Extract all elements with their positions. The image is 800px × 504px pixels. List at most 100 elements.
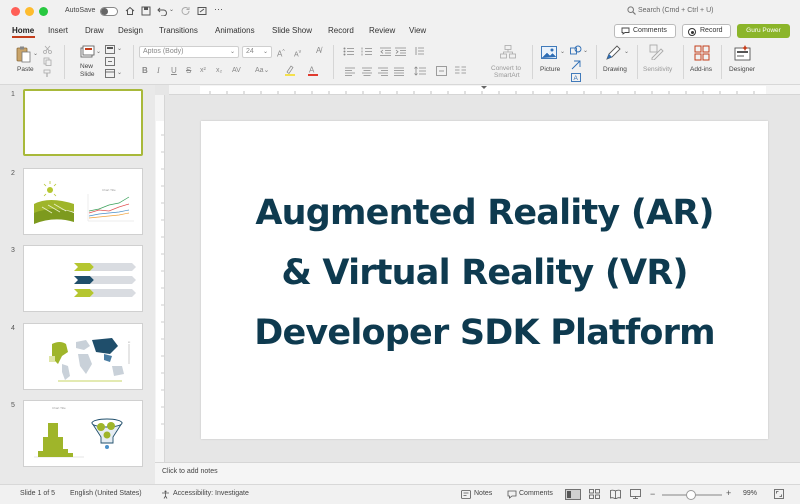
arrange-icon[interactable] bbox=[571, 60, 581, 70]
section-icon[interactable] bbox=[105, 69, 115, 78]
character-spacing-icon[interactable]: AV bbox=[232, 66, 241, 76]
clear-formatting-icon[interactable]: A̸ bbox=[316, 46, 321, 56]
line-spacing-icon[interactable] bbox=[414, 66, 426, 76]
format-painter-icon[interactable] bbox=[197, 6, 207, 16]
notes-placeholder[interactable]: Click to add notes bbox=[162, 468, 218, 475]
normal-view-icon[interactable] bbox=[565, 489, 581, 500]
picture-icon[interactable] bbox=[541, 46, 557, 59]
decrease-indent-icon[interactable] bbox=[380, 47, 391, 56]
home-icon[interactable] bbox=[125, 6, 135, 16]
tab-insert[interactable]: Insert bbox=[48, 26, 68, 35]
zoom-in-icon[interactable]: + bbox=[726, 488, 731, 498]
comments-toggle-button[interactable]: Comments bbox=[519, 490, 553, 497]
add-ins-icon[interactable] bbox=[694, 45, 710, 61]
bold-icon[interactable]: B bbox=[142, 66, 148, 76]
designer-icon[interactable] bbox=[734, 44, 751, 61]
close-window-button[interactable] bbox=[11, 7, 20, 16]
section-dropdown-icon[interactable]: ⌄ bbox=[117, 69, 122, 76]
columns-icon[interactable] bbox=[455, 66, 466, 76]
decrease-font-size-icon[interactable]: Av bbox=[294, 47, 301, 60]
zoom-out-icon[interactable]: − bbox=[650, 489, 655, 499]
notes-toggle-icon[interactable] bbox=[461, 490, 471, 499]
bullets-icon[interactable] bbox=[343, 47, 354, 56]
cut-icon[interactable] bbox=[43, 45, 52, 54]
accessibility-status[interactable]: Accessibility: Investigate bbox=[173, 490, 249, 497]
minimize-window-button[interactable] bbox=[25, 7, 34, 16]
font-color-icon[interactable]: A bbox=[307, 65, 319, 76]
shapes-icon[interactable] bbox=[570, 45, 582, 56]
increase-indent-icon[interactable] bbox=[395, 47, 406, 56]
justify-icon[interactable] bbox=[394, 67, 404, 76]
slide-thumbnail-5[interactable]: Chart Title bbox=[23, 400, 143, 467]
slide-title-line-3[interactable]: Developer SDK Platform bbox=[201, 313, 768, 353]
numbering-icon[interactable] bbox=[361, 47, 372, 56]
tab-transitions[interactable]: Transitions bbox=[159, 26, 198, 35]
align-right-icon[interactable] bbox=[378, 67, 388, 76]
new-slide-icon[interactable] bbox=[80, 45, 95, 59]
superscript-icon[interactable]: x² bbox=[200, 66, 206, 76]
undo-icon[interactable] bbox=[157, 6, 168, 16]
fit-to-window-icon[interactable] bbox=[774, 489, 784, 499]
autosave-toggle[interactable] bbox=[100, 7, 118, 16]
comment-icon[interactable] bbox=[507, 490, 517, 499]
subscript-icon[interactable]: x₂ bbox=[216, 66, 222, 76]
tab-home[interactable]: Home bbox=[12, 26, 34, 35]
language-indicator[interactable]: English (United States) bbox=[70, 490, 142, 497]
new-slide-dropdown-icon[interactable]: ⌄ bbox=[96, 48, 101, 55]
text-direction-icon[interactable] bbox=[414, 46, 425, 56]
align-left-icon[interactable] bbox=[345, 67, 355, 76]
zoom-slider-thumb[interactable] bbox=[686, 490, 696, 500]
copy-icon[interactable] bbox=[43, 57, 52, 66]
current-slide[interactable]: Augmented Reality (AR) & Virtual Reality… bbox=[201, 121, 768, 439]
slide-thumbnail-4[interactable]: ▪▪ bbox=[23, 323, 143, 390]
smartart-icon[interactable] bbox=[500, 45, 516, 59]
tab-review[interactable]: Review bbox=[369, 26, 395, 35]
more-commands-icon[interactable]: ··· bbox=[214, 4, 223, 14]
slide-thumbnail-1[interactable] bbox=[23, 89, 143, 156]
comments-button[interactable]: Comments bbox=[614, 24, 676, 38]
slide-title-line-2[interactable]: & Virtual Reality (VR) bbox=[201, 253, 768, 293]
text-box-icon[interactable]: A bbox=[571, 73, 581, 82]
zoom-level[interactable]: 99% bbox=[743, 490, 757, 497]
tab-record[interactable]: Record bbox=[328, 26, 354, 35]
tab-design[interactable]: Design bbox=[118, 26, 143, 35]
paste-icon[interactable] bbox=[14, 45, 32, 63]
picture-dropdown-icon[interactable]: ⌄ bbox=[560, 48, 565, 55]
layout-dropdown-icon[interactable]: ⌄ bbox=[117, 45, 122, 52]
zoom-window-button[interactable] bbox=[39, 7, 48, 16]
slide-thumbnail-3[interactable] bbox=[23, 245, 143, 312]
guru-power-button[interactable]: Guru Power bbox=[737, 24, 790, 38]
slide-sorter-icon[interactable] bbox=[589, 489, 600, 499]
search-input[interactable]: Search (Cmd + Ctrl + U) bbox=[638, 7, 713, 14]
drawing-icon[interactable] bbox=[605, 45, 621, 61]
record-button[interactable]: Record bbox=[682, 24, 731, 38]
italic-icon[interactable]: I bbox=[157, 66, 160, 76]
notes-pane[interactable]: Click to add notes bbox=[155, 462, 800, 484]
slide-title-line-1[interactable]: Augmented Reality (AR) bbox=[201, 193, 768, 233]
reading-view-icon[interactable] bbox=[610, 489, 621, 499]
tab-view[interactable]: View bbox=[409, 26, 426, 35]
tab-animations[interactable]: Animations bbox=[215, 26, 255, 35]
slide-thumbnail-2[interactable]: Chart Title bbox=[23, 168, 143, 235]
font-size-select[interactable]: 24 ⌄ bbox=[242, 46, 272, 58]
strikethrough-icon[interactable]: S bbox=[186, 66, 191, 76]
increase-font-size-icon[interactable]: A^ bbox=[277, 47, 285, 60]
sensitivity-icon[interactable] bbox=[649, 44, 665, 60]
format-painter-brush-icon[interactable] bbox=[43, 69, 52, 78]
reset-icon[interactable] bbox=[105, 57, 115, 66]
slide-show-icon[interactable] bbox=[630, 489, 641, 499]
underline-icon[interactable]: U bbox=[171, 66, 177, 76]
align-text-icon[interactable] bbox=[436, 66, 447, 76]
font-family-select[interactable]: Aptos (Body) ⌄ bbox=[139, 46, 239, 58]
tab-draw[interactable]: Draw bbox=[85, 26, 104, 35]
tab-slide-show[interactable]: Slide Show bbox=[272, 26, 312, 35]
drawing-dropdown-icon[interactable]: ⌄ bbox=[624, 48, 629, 55]
paste-dropdown-icon[interactable]: ⌄ bbox=[33, 50, 38, 57]
layout-icon[interactable] bbox=[105, 45, 115, 54]
shapes-dropdown-icon[interactable]: ⌄ bbox=[583, 47, 588, 54]
highlight-color-icon[interactable] bbox=[284, 65, 296, 76]
zoom-slider[interactable] bbox=[662, 490, 722, 500]
notes-toggle-button[interactable]: Notes bbox=[474, 490, 492, 497]
redo-icon[interactable] bbox=[181, 6, 191, 16]
undo-dropdown-icon[interactable]: ⌄ bbox=[169, 6, 174, 13]
